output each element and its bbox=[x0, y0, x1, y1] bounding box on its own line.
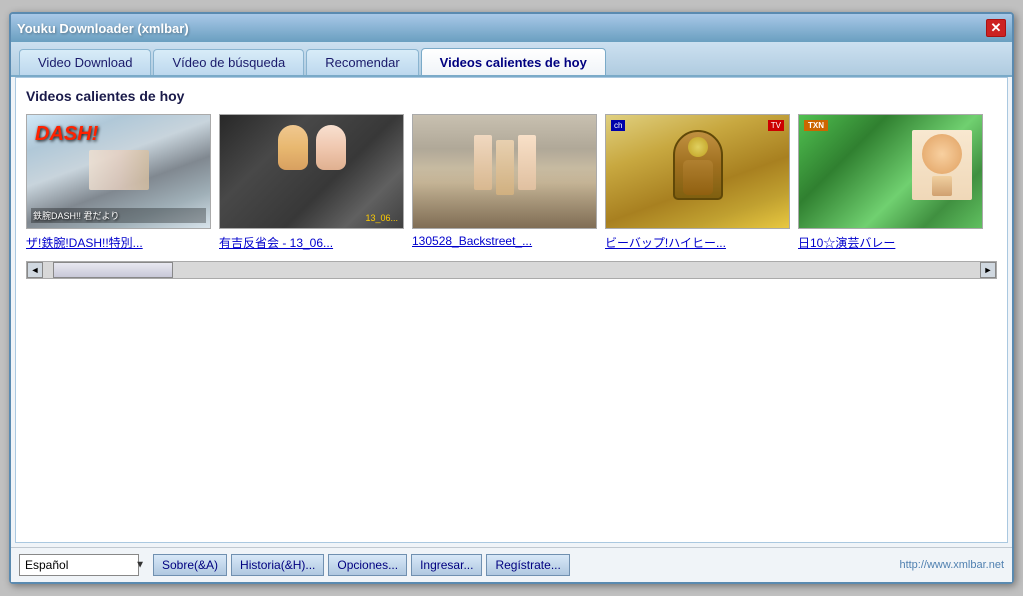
tab-video-download[interactable]: Video Download bbox=[19, 49, 151, 75]
video-link[interactable]: 日10☆演芸バレー bbox=[798, 234, 983, 251]
list-item: 13_06... 有吉反省会 - 13_06... bbox=[219, 114, 404, 251]
registrate-button[interactable]: Regístrate... bbox=[486, 554, 569, 576]
scroll-track[interactable] bbox=[43, 262, 980, 278]
language-selector-wrapper: Español English 中文 ▼ bbox=[19, 554, 149, 576]
main-window: Youku Downloader (xmlbar) ✕ Video Downlo… bbox=[9, 12, 1014, 584]
scroll-left-button[interactable]: ◄ bbox=[27, 262, 43, 278]
historia-button[interactable]: Historia(&H)... bbox=[231, 554, 324, 576]
scroll-thumb[interactable] bbox=[53, 262, 173, 278]
scrollbar[interactable]: ◄ ► bbox=[26, 261, 997, 279]
video-link[interactable]: ビーバップ!ハイヒー... bbox=[605, 234, 790, 251]
video-thumbnail[interactable] bbox=[412, 114, 597, 229]
video-link[interactable]: ザ!鉄腕!DASH!!特別... bbox=[26, 234, 211, 251]
tab-videos-calientes[interactable]: Videos calientes de hoy bbox=[421, 48, 606, 75]
tab-video-search[interactable]: Vídeo de búsqueda bbox=[153, 49, 304, 75]
video-thumbnail[interactable]: ch TV bbox=[605, 114, 790, 229]
video-thumbnail[interactable]: TXN bbox=[798, 114, 983, 229]
footer: Español English 中文 ▼ Sobre(&A) Historia(… bbox=[11, 547, 1012, 582]
section-title: Videos calientes de hoy bbox=[26, 88, 997, 104]
title-bar: Youku Downloader (xmlbar) ✕ bbox=[11, 14, 1012, 42]
close-button[interactable]: ✕ bbox=[986, 19, 1006, 37]
window-title: Youku Downloader (xmlbar) bbox=[17, 21, 189, 36]
scroll-right-button[interactable]: ► bbox=[980, 262, 996, 278]
sobre-button[interactable]: Sobre(&A) bbox=[153, 554, 227, 576]
tab-recomendar[interactable]: Recomendar bbox=[306, 49, 418, 75]
list-item: TXN 日10☆演芸バレー bbox=[798, 114, 983, 251]
ingresar-button[interactable]: Ingresar... bbox=[411, 554, 482, 576]
content-area: Videos calientes de hoy DASH! 鉄腕DASH!! 君… bbox=[15, 77, 1008, 543]
video-link[interactable]: 130528_Backstreet_... bbox=[412, 234, 597, 248]
list-item: ch TV ビーバップ!ハイヒー... bbox=[605, 114, 790, 251]
tab-bar: Video Download Vídeo de búsqueda Recomen… bbox=[11, 42, 1012, 77]
video-grid: DASH! 鉄腕DASH!! 君だより ザ!鉄腕!DASH!!特別... 1 bbox=[26, 114, 997, 251]
list-item: 130528_Backstreet_... bbox=[412, 114, 597, 251]
language-select[interactable]: Español English 中文 bbox=[19, 554, 139, 576]
footer-url: http://www.xmlbar.net bbox=[899, 559, 1004, 571]
video-thumbnail[interactable]: 13_06... bbox=[219, 114, 404, 229]
video-link[interactable]: 有吉反省会 - 13_06... bbox=[219, 234, 404, 251]
list-item: DASH! 鉄腕DASH!! 君だより ザ!鉄腕!DASH!!特別... bbox=[26, 114, 211, 251]
video-thumbnail[interactable]: DASH! 鉄腕DASH!! 君だより bbox=[26, 114, 211, 229]
opciones-button[interactable]: Opciones... bbox=[328, 554, 407, 576]
